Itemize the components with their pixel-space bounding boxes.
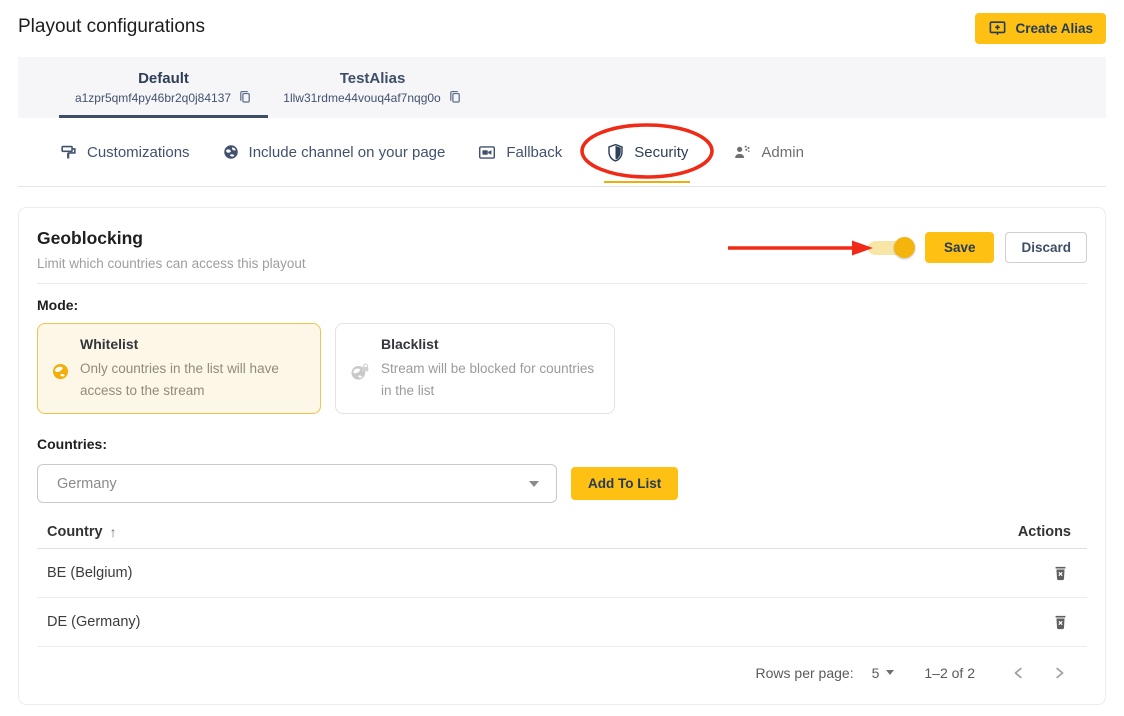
rows-per-page-label: Rows per page: — [756, 665, 854, 681]
sort-asc-icon: ↑ — [110, 524, 117, 540]
save-button[interactable]: Save — [925, 232, 995, 263]
section-tabs: Customizations Include channel on your p… — [18, 118, 1106, 187]
monitor-plus-icon — [988, 19, 1007, 38]
tab-label: Include channel on your page — [249, 144, 446, 161]
tab-customizations[interactable]: Customizations — [59, 118, 190, 186]
table-row: BE (Belgium) — [37, 549, 1087, 598]
country-cell: DE (Germany) — [47, 614, 140, 630]
country-select[interactable]: Germany — [37, 464, 557, 503]
page-header: Playout configurations Create Alias — [0, 0, 1124, 57]
page-title: Playout configurations — [18, 16, 205, 38]
delete-country-button[interactable] — [1052, 613, 1069, 631]
geoblocking-subtitle: Limit which countries can access this pl… — [37, 256, 306, 271]
rows-per-page-select[interactable]: 5 — [872, 665, 895, 681]
tab-label: Admin — [761, 144, 804, 161]
rows-per-page-value: 5 — [872, 665, 880, 681]
fallback-video-icon — [477, 143, 497, 162]
admin-user-icon — [732, 143, 752, 162]
globe-icon — [222, 143, 240, 161]
mode-label: Mode: — [37, 297, 1087, 313]
mode-description: Stream will be blocked for countries in … — [381, 358, 595, 401]
tab-include-channel[interactable]: Include channel on your page — [222, 118, 446, 186]
tab-label: Security — [634, 144, 688, 161]
copy-icon[interactable] — [238, 90, 252, 105]
copy-icon[interactable] — [448, 90, 462, 105]
geoblocking-card: Geoblocking Limit which countries can ac… — [18, 207, 1106, 705]
previous-page-button[interactable] — [1011, 665, 1027, 681]
pagination-range: 1–2 of 2 — [924, 665, 975, 681]
create-alias-button[interactable]: Create Alias — [975, 13, 1106, 44]
alias-tab-testalias[interactable]: TestAlias 1llw31rdme44vouq4af7nqg0o — [268, 57, 477, 118]
country-select-value: Germany — [57, 476, 117, 492]
countries-label: Countries: — [37, 436, 1087, 452]
next-page-button[interactable] — [1051, 665, 1067, 681]
alias-id: a1zpr5qmf4py46br2q0j84137 — [75, 91, 231, 105]
tab-label: Fallback — [506, 144, 562, 161]
annotation-red-arrow — [726, 237, 874, 259]
chevron-down-icon — [886, 670, 894, 675]
alias-name: Default — [138, 70, 189, 87]
alias-tab-default[interactable]: Default a1zpr5qmf4py46br2q0j84137 — [59, 57, 268, 118]
add-to-list-button[interactable]: Add To List — [571, 467, 678, 500]
alias-id: 1llw31rdme44vouq4af7nqg0o — [283, 91, 440, 105]
tab-label: Customizations — [87, 144, 190, 161]
discard-button[interactable]: Discard — [1005, 232, 1087, 263]
paint-roller-icon — [59, 143, 78, 162]
mode-card-whitelist[interactable]: Whitelist Only countries in the list wil… — [37, 323, 321, 414]
tab-admin[interactable]: Admin — [732, 118, 804, 186]
country-cell: BE (Belgium) — [47, 565, 132, 581]
delete-country-button[interactable] — [1052, 564, 1069, 582]
shield-icon — [606, 143, 625, 162]
globe-whitelist-icon — [51, 362, 70, 401]
globe-lock-icon — [349, 362, 371, 401]
mode-description: Only countries in the list will have acc… — [80, 358, 294, 401]
mode-title: Whitelist — [80, 336, 294, 352]
divider — [37, 283, 1087, 284]
mode-title: Blacklist — [381, 336, 595, 352]
actions-column-header: Actions — [1018, 524, 1071, 540]
countries-table: Country ↑ Actions BE (Belgium) DE (Germa… — [37, 515, 1087, 647]
tab-fallback[interactable]: Fallback — [477, 118, 562, 186]
table-pagination: Rows per page: 5 1–2 of 2 — [37, 647, 1087, 698]
geoblocking-toggle[interactable] — [868, 237, 915, 258]
geoblocking-title: Geoblocking — [37, 228, 306, 249]
mode-card-blacklist[interactable]: Blacklist Stream will be blocked for cou… — [335, 323, 615, 414]
tab-security[interactable]: Security — [594, 118, 700, 186]
create-alias-label: Create Alias — [1015, 21, 1093, 36]
alias-tabs-bar: Default a1zpr5qmf4py46br2q0j84137 TestAl… — [18, 57, 1106, 118]
chevron-down-icon — [529, 481, 539, 487]
table-header-row: Country ↑ Actions — [37, 515, 1087, 549]
table-row: DE (Germany) — [37, 598, 1087, 647]
alias-name: TestAlias — [340, 70, 406, 87]
country-column-header[interactable]: Country ↑ — [47, 524, 117, 540]
